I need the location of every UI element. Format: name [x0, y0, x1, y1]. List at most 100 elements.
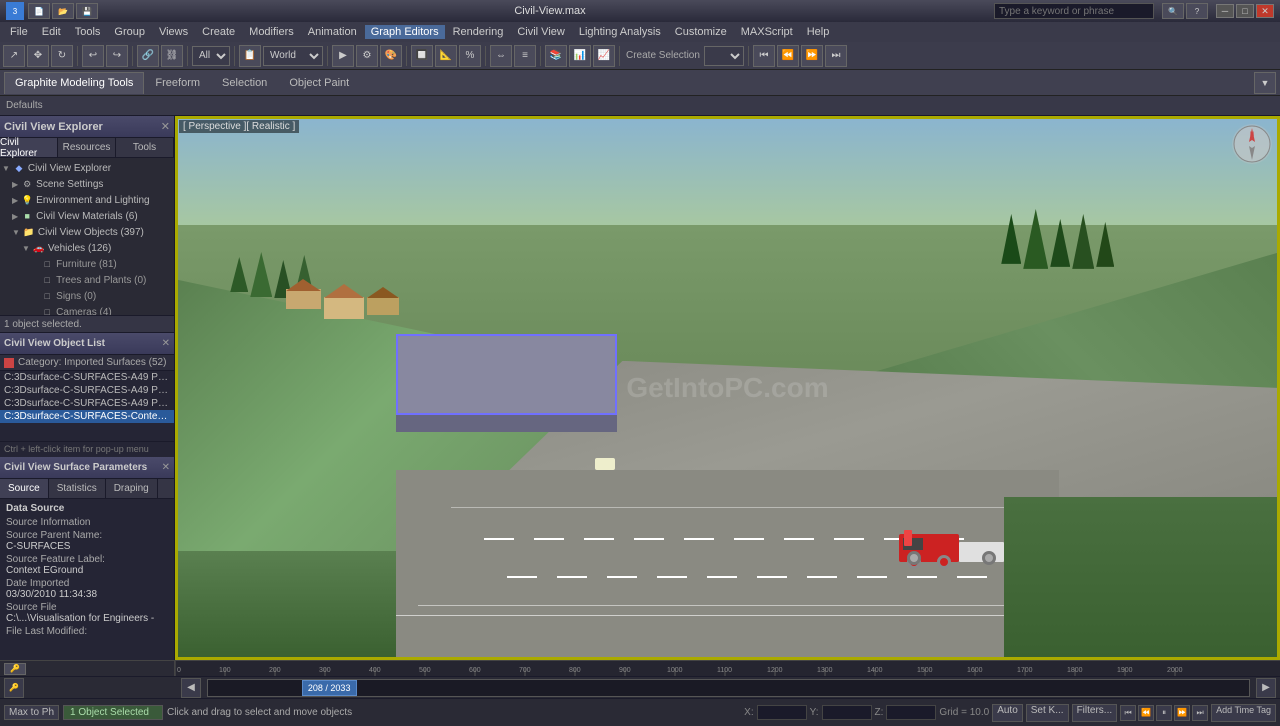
exp-tab-tools[interactable]: Tools: [116, 138, 174, 157]
object-list-close-btn[interactable]: ✕: [162, 338, 170, 349]
menu-help[interactable]: Help: [801, 25, 836, 39]
y-input[interactable]: [822, 705, 872, 720]
surf-tab-statistics[interactable]: Statistics: [49, 479, 106, 498]
tree-signs[interactable]: ▶□Signs (0): [0, 288, 174, 304]
tab-freeform[interactable]: Freeform: [144, 72, 211, 94]
help-icon-btn[interactable]: ?: [1186, 3, 1208, 19]
main-layout: Civil View Explorer ✕ Civil Explorer Res…: [0, 116, 1280, 660]
new-btn[interactable]: 📄: [28, 3, 50, 19]
tree-vehicles[interactable]: ▼🚗Vehicles (126): [0, 240, 174, 256]
redo-btn[interactable]: ↪: [106, 45, 128, 67]
tree-civil-objects[interactable]: ▼📁Civil View Objects (397): [0, 224, 174, 240]
open-btn[interactable]: 📂: [52, 3, 74, 19]
render-btn[interactable]: ▶: [332, 45, 354, 67]
play-end-btn[interactable]: ⏭: [1192, 705, 1208, 721]
tree-furniture[interactable]: ▶□Furniture (81): [0, 256, 174, 272]
named-sets-btn[interactable]: 📋: [239, 45, 261, 67]
close-button[interactable]: ✕: [1256, 4, 1274, 18]
set-key-btn[interactable]: Set K...: [1026, 704, 1069, 722]
surf-tab-source[interactable]: Source: [0, 479, 49, 498]
create-selection-dropdown[interactable]: [704, 46, 744, 66]
curve-editor-btn[interactable]: 📈: [593, 45, 615, 67]
surf-tab-draping[interactable]: Draping: [106, 479, 158, 498]
menu-civil-view[interactable]: Civil View: [511, 25, 570, 39]
material-editor-btn[interactable]: 🎨: [380, 45, 402, 67]
expand-graphite-btn[interactable]: ▼: [1254, 72, 1276, 94]
last-frame-btn[interactable]: ⏭: [825, 45, 847, 67]
auto-key-btn[interactable]: Auto: [992, 704, 1023, 722]
menu-lighting[interactable]: Lighting Analysis: [573, 25, 667, 39]
tree-container[interactable]: ▼◆Civil View Explorer ▶⚙Scene Settings ▶…: [0, 158, 174, 315]
tree-cameras[interactable]: ▶□Cameras (4): [0, 304, 174, 315]
x-input[interactable]: [757, 705, 807, 720]
play-start-btn[interactable]: ⏮: [1120, 705, 1136, 721]
key-icon-btn[interactable]: 🔑: [4, 663, 26, 675]
timeline-prev-btn[interactable]: ◀: [181, 678, 201, 698]
schematic-btn[interactable]: 📊: [569, 45, 591, 67]
search-icon-btn[interactable]: 🔍: [1162, 3, 1184, 19]
list-item[interactable]: C:3Dsurface-C-SURFACES-A49 PavedSlar...: [0, 397, 174, 410]
snap-toggle-btn[interactable]: 🔲: [411, 45, 433, 67]
tree-environment[interactable]: ▶💡Environment and Lighting: [0, 192, 174, 208]
rotate-btn[interactable]: ↻: [51, 45, 73, 67]
world-dropdown[interactable]: World: [263, 46, 323, 66]
filter-dropdown[interactable]: All: [192, 46, 230, 66]
tree-materials[interactable]: ▶■Civil View Materials (6): [0, 208, 174, 224]
menu-animation[interactable]: Animation: [302, 25, 363, 39]
angle-snap-btn[interactable]: 📐: [435, 45, 457, 67]
menu-tools[interactable]: Tools: [69, 25, 107, 39]
menu-graph-editors[interactable]: Graph Editors: [365, 25, 445, 39]
filters-btn[interactable]: Filters...: [1072, 704, 1118, 722]
percent-snap-btn[interactable]: %: [459, 45, 481, 67]
render-setup-btn[interactable]: ⚙: [356, 45, 378, 67]
menu-edit[interactable]: Edit: [36, 25, 67, 39]
menu-modifiers[interactable]: Modifiers: [243, 25, 300, 39]
play-btn[interactable]: ⏮: [753, 45, 775, 67]
menu-file[interactable]: File: [4, 25, 34, 39]
move-btn[interactable]: ✥: [27, 45, 49, 67]
prev-frame-btn[interactable]: ⏪: [777, 45, 799, 67]
menu-customize[interactable]: Customize: [669, 25, 733, 39]
z-input[interactable]: [886, 705, 936, 720]
timeline-track[interactable]: 208 / 2033: [207, 679, 1250, 697]
viewport[interactable]: [ Perspective ][ Realistic ]: [175, 116, 1280, 660]
exp-tab-resources[interactable]: Resources: [58, 138, 116, 157]
maximize-button[interactable]: □: [1236, 4, 1254, 18]
list-item[interactable]: C:3Dsurface-C-SURFACES-A49 PavedSlar...: [0, 371, 174, 384]
menu-group[interactable]: Group: [108, 25, 151, 39]
tree-civil-view-explorer[interactable]: ▼◆Civil View Explorer: [0, 160, 174, 176]
list-item-selected[interactable]: C:3Dsurface-C-SURFACES-Context EGrou...: [0, 410, 174, 423]
list-item[interactable]: C:3Dsurface-C-SURFACES-A49 PavedSlar...: [0, 384, 174, 397]
undo-btn[interactable]: ↩: [82, 45, 104, 67]
minimize-button[interactable]: ─: [1216, 4, 1234, 18]
search-input[interactable]: [994, 3, 1154, 19]
play-prev-btn[interactable]: ⏪: [1138, 705, 1154, 721]
svg-text:1800: 1800: [1067, 667, 1083, 674]
select-btn[interactable]: ↗: [3, 45, 25, 67]
next-frame-btn[interactable]: ⏩: [801, 45, 823, 67]
tab-object-paint[interactable]: Object Paint: [278, 72, 360, 94]
explorer-close-btn[interactable]: ✕: [161, 120, 170, 133]
tree-trees-plants[interactable]: ▶□Trees and Plants (0): [0, 272, 174, 288]
tree-scene-settings[interactable]: ▶⚙Scene Settings: [0, 176, 174, 192]
add-time-tag-btn[interactable]: Add Time Tag: [1211, 704, 1276, 722]
menu-maxscript[interactable]: MAXScript: [735, 25, 799, 39]
play-stop-btn[interactable]: ⏸: [1156, 705, 1172, 721]
mirror-btn[interactable]: ⇔: [490, 45, 512, 67]
menu-views[interactable]: Views: [153, 25, 194, 39]
tab-graphite-modeling[interactable]: Graphite Modeling Tools: [4, 72, 144, 94]
surface-params-close-btn[interactable]: ✕: [162, 462, 170, 473]
save-btn[interactable]: 💾: [76, 3, 98, 19]
exp-tab-civil-explorer[interactable]: Civil Explorer: [0, 138, 58, 157]
menu-create[interactable]: Create: [196, 25, 241, 39]
timeline-key-btn[interactable]: 🔑: [4, 678, 24, 698]
unlink-btn[interactable]: ⛓: [161, 45, 183, 67]
timeline-next-btn[interactable]: ▶: [1256, 678, 1276, 698]
link-btn[interactable]: 🔗: [137, 45, 159, 67]
tab-selection[interactable]: Selection: [211, 72, 278, 94]
layer-btn[interactable]: 📚: [545, 45, 567, 67]
play-next-btn[interactable]: ⏩: [1174, 705, 1190, 721]
align-btn[interactable]: ≡: [514, 45, 536, 67]
menu-rendering[interactable]: Rendering: [447, 25, 510, 39]
timeline-playhead[interactable]: 208 / 2033: [302, 680, 357, 696]
